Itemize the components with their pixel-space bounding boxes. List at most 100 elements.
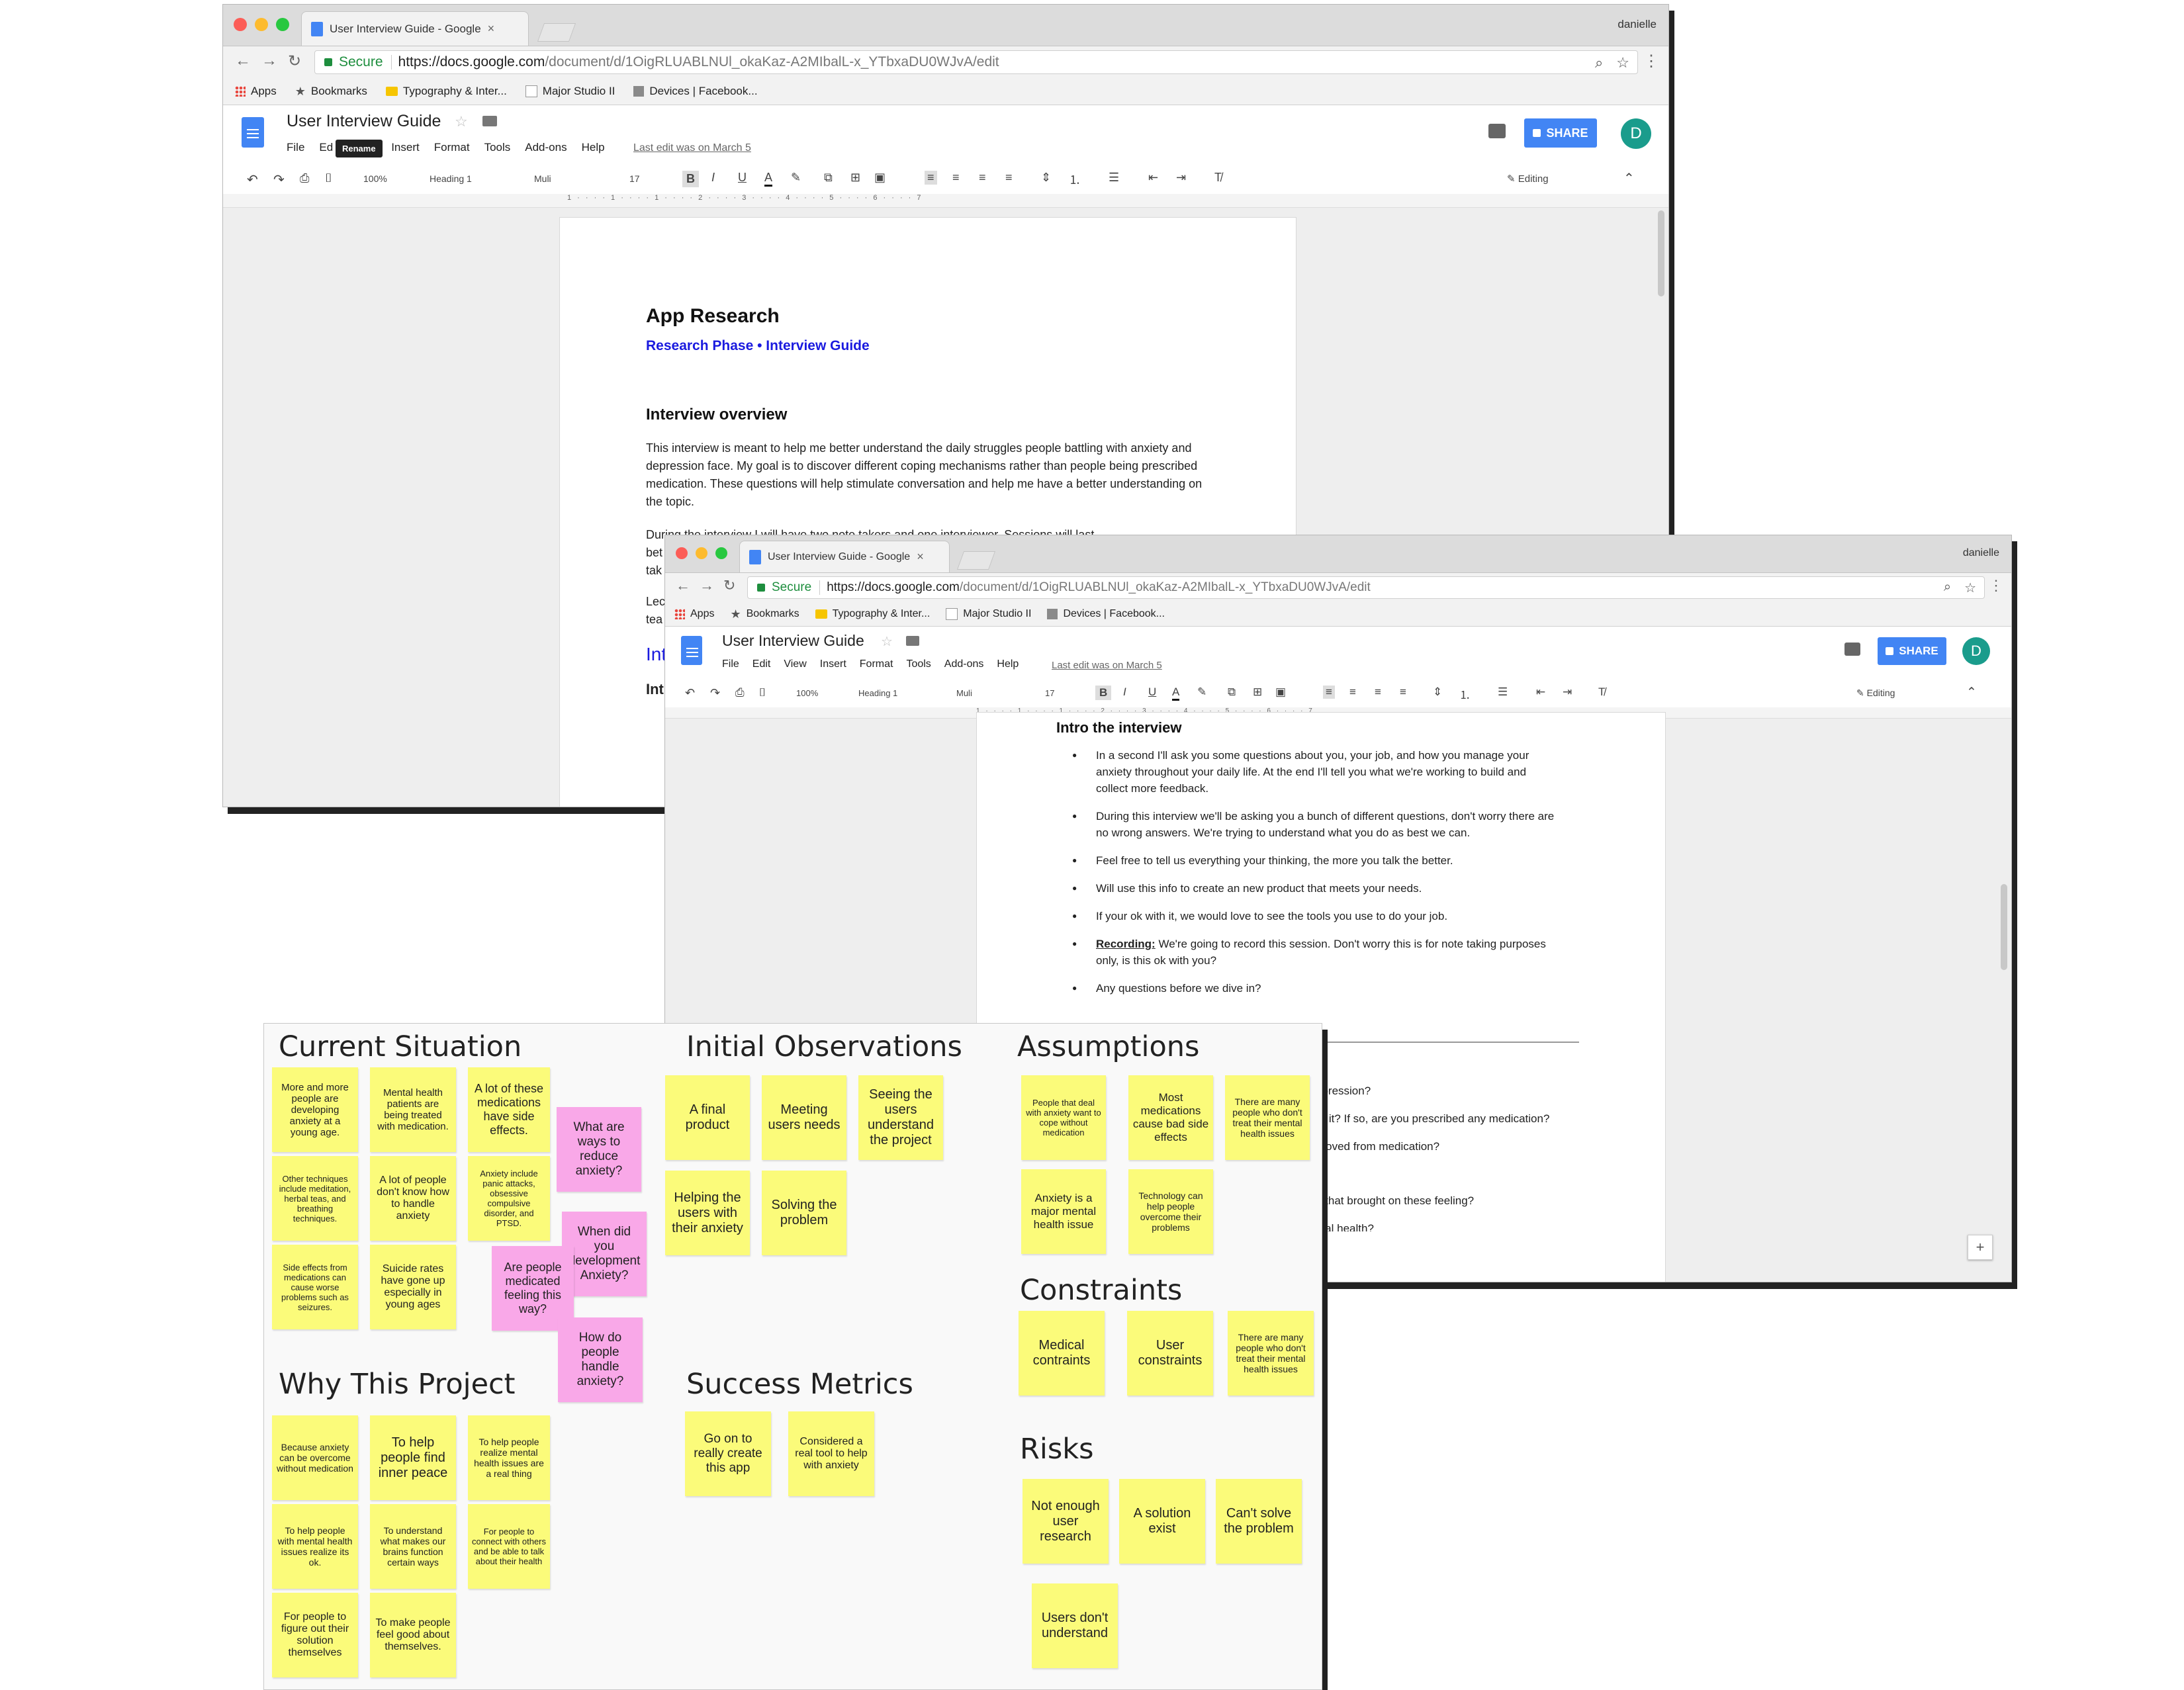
align-right-icon[interactable]: ≡ bbox=[979, 171, 986, 185]
align-center-icon[interactable]: ≡ bbox=[952, 171, 960, 185]
close-window-icon[interactable] bbox=[234, 18, 247, 31]
menu-addons[interactable]: Add-ons bbox=[944, 658, 984, 670]
doc-title[interactable]: User Interview Guide bbox=[287, 112, 441, 131]
back-icon[interactable]: ← bbox=[676, 577, 690, 594]
editing-mode-select[interactable]: ✎ Editing bbox=[1856, 688, 1895, 699]
text-color-icon[interactable]: A bbox=[1172, 686, 1180, 701]
collapse-icon[interactable]: ⌃ bbox=[1966, 685, 1977, 700]
menu-dots-icon[interactable]: ⋮ bbox=[1989, 577, 2003, 594]
bookmark-major-studio[interactable]: Major Studio II bbox=[946, 608, 1031, 620]
forward-icon[interactable]: → bbox=[700, 577, 714, 594]
last-edit-link[interactable]: Last edit was on March 5 bbox=[1052, 660, 1162, 671]
menu-format[interactable]: Format bbox=[434, 141, 470, 154]
highlight-icon[interactable]: ✎ bbox=[1197, 686, 1206, 699]
font-select[interactable]: Muli bbox=[956, 688, 972, 698]
align-left-icon[interactable]: ≡ bbox=[1323, 686, 1335, 699]
bookmark-major-studio[interactable]: Major Studio II bbox=[525, 85, 615, 98]
url-bar[interactable]: Secure https://docs.google.com /document… bbox=[747, 576, 1985, 599]
minimize-window-icon[interactable] bbox=[255, 18, 268, 31]
zoom-select[interactable]: 100% bbox=[363, 173, 387, 184]
font-size-select[interactable]: 17 bbox=[1045, 688, 1054, 698]
style-select[interactable]: Heading 1 bbox=[858, 688, 897, 698]
redo-icon[interactable]: ↷ bbox=[273, 171, 285, 188]
menu-edit[interactable]: Ed bbox=[319, 141, 333, 154]
bulleted-list-icon[interactable]: ☰ bbox=[1109, 171, 1119, 185]
add-comment-icon[interactable]: + bbox=[1968, 1235, 1993, 1260]
bookmark-bookmarks[interactable]: ★ Bookmarks bbox=[295, 85, 367, 99]
bookmark-apps[interactable]: Apps bbox=[674, 608, 714, 620]
line-spacing-icon[interactable]: ⇕ bbox=[1041, 171, 1051, 185]
image-icon[interactable]: ▣ bbox=[1275, 686, 1286, 699]
bold-icon[interactable]: B bbox=[682, 171, 699, 187]
browser-tab[interactable]: User Interview Guide - Google × bbox=[739, 541, 950, 572]
tab-close-icon[interactable]: × bbox=[917, 550, 924, 564]
comments-icon[interactable] bbox=[1488, 124, 1506, 138]
menu-help[interactable]: Help bbox=[582, 141, 605, 154]
underline-icon[interactable]: U bbox=[1148, 686, 1156, 699]
link-icon[interactable]: ⧉ bbox=[824, 171, 833, 185]
menu-format[interactable]: Format bbox=[860, 658, 893, 670]
move-folder-icon[interactable] bbox=[906, 636, 919, 646]
line-spacing-icon[interactable]: ⇕ bbox=[1433, 686, 1442, 699]
bold-icon[interactable]: B bbox=[1095, 686, 1112, 700]
zoom-select[interactable]: 100% bbox=[796, 688, 818, 698]
increase-indent-icon[interactable]: ⇥ bbox=[1176, 171, 1186, 185]
text-color-icon[interactable]: A bbox=[764, 171, 773, 187]
style-select[interactable]: Heading 1 bbox=[430, 173, 472, 184]
reload-icon[interactable]: ↻ bbox=[288, 52, 301, 71]
increase-indent-icon[interactable]: ⇥ bbox=[1563, 686, 1572, 699]
align-right-icon[interactable]: ≡ bbox=[1375, 686, 1381, 699]
menu-help[interactable]: Help bbox=[997, 658, 1019, 670]
comment-add-icon[interactable]: ⊞ bbox=[850, 171, 860, 185]
menu-file[interactable]: File bbox=[722, 658, 739, 670]
last-edit-link[interactable]: Last edit was on March 5 bbox=[633, 142, 751, 154]
bookmark-typography[interactable]: Typography & Inter... bbox=[385, 85, 507, 98]
docs-logo-icon[interactable] bbox=[242, 117, 264, 148]
align-left-icon[interactable]: ≡ bbox=[925, 171, 937, 185]
print-icon[interactable]: ⎙ bbox=[735, 686, 745, 699]
clear-format-icon[interactable]: T̸ bbox=[1214, 171, 1222, 185]
avatar[interactable]: D bbox=[1621, 118, 1651, 149]
numbered-list-icon[interactable]: ⒈ bbox=[1069, 171, 1081, 188]
menu-file[interactable]: File bbox=[287, 141, 304, 154]
paint-format-icon[interactable]: ⌷ bbox=[759, 686, 766, 699]
highlight-icon[interactable]: ✎ bbox=[791, 171, 801, 185]
menu-edit[interactable]: Edit bbox=[752, 658, 771, 670]
doc-subtitle-link[interactable]: Research Phase • Interview Guide bbox=[646, 338, 870, 354]
share-button[interactable]: SHARE bbox=[1524, 118, 1597, 148]
numbered-list-icon[interactable]: ⒈ bbox=[1459, 686, 1471, 702]
italic-icon[interactable]: I bbox=[1123, 686, 1126, 699]
maximize-window-icon[interactable] bbox=[715, 547, 727, 559]
doc-title[interactable]: User Interview Guide bbox=[722, 632, 864, 650]
bookmark-bookmarks[interactable]: ★ Bookmarks bbox=[730, 607, 799, 621]
minimize-window-icon[interactable] bbox=[696, 547, 707, 559]
undo-icon[interactable]: ↶ bbox=[247, 171, 258, 188]
menu-tools[interactable]: Tools bbox=[906, 658, 931, 670]
align-justify-icon[interactable]: ≡ bbox=[1005, 171, 1013, 185]
decrease-indent-icon[interactable]: ⇤ bbox=[1148, 171, 1158, 185]
menu-dots-icon[interactable]: ⋮ bbox=[1643, 52, 1659, 71]
comments-icon[interactable] bbox=[1844, 643, 1860, 656]
clear-format-icon[interactable]: T̸ bbox=[1598, 686, 1605, 699]
menu-view[interactable]: View bbox=[784, 658, 806, 670]
star-doc-icon[interactable]: ☆ bbox=[455, 113, 468, 130]
zoom-icon[interactable]: ⌕ bbox=[1944, 580, 1951, 596]
font-size-select[interactable]: 17 bbox=[629, 173, 640, 184]
bookmark-star-icon[interactable]: ☆ bbox=[1964, 580, 1976, 596]
menu-insert[interactable]: Insert bbox=[820, 658, 846, 670]
menu-addons[interactable]: Add-ons bbox=[525, 141, 567, 154]
bulleted-list-icon[interactable]: ☰ bbox=[1498, 686, 1508, 699]
link-icon[interactable]: ⧉ bbox=[1228, 686, 1236, 699]
decrease-indent-icon[interactable]: ⇤ bbox=[1536, 686, 1545, 699]
docs-logo-icon[interactable] bbox=[681, 636, 702, 665]
back-icon[interactable]: ← bbox=[235, 52, 251, 70]
zoom-icon[interactable]: ⌕ bbox=[1595, 54, 1603, 71]
url-bar[interactable]: Secure https://docs.google.com /document… bbox=[314, 50, 1638, 74]
new-tab-button[interactable] bbox=[956, 551, 996, 570]
print-icon[interactable]: ⎙ bbox=[300, 171, 309, 185]
tab-close-icon[interactable]: × bbox=[488, 22, 495, 36]
browser-tab[interactable]: User Interview Guide - Google × bbox=[301, 11, 529, 46]
star-doc-icon[interactable]: ☆ bbox=[881, 633, 893, 650]
bookmark-devices[interactable]: Devices | Facebook... bbox=[1047, 608, 1165, 620]
reload-icon[interactable]: ↻ bbox=[723, 577, 735, 594]
